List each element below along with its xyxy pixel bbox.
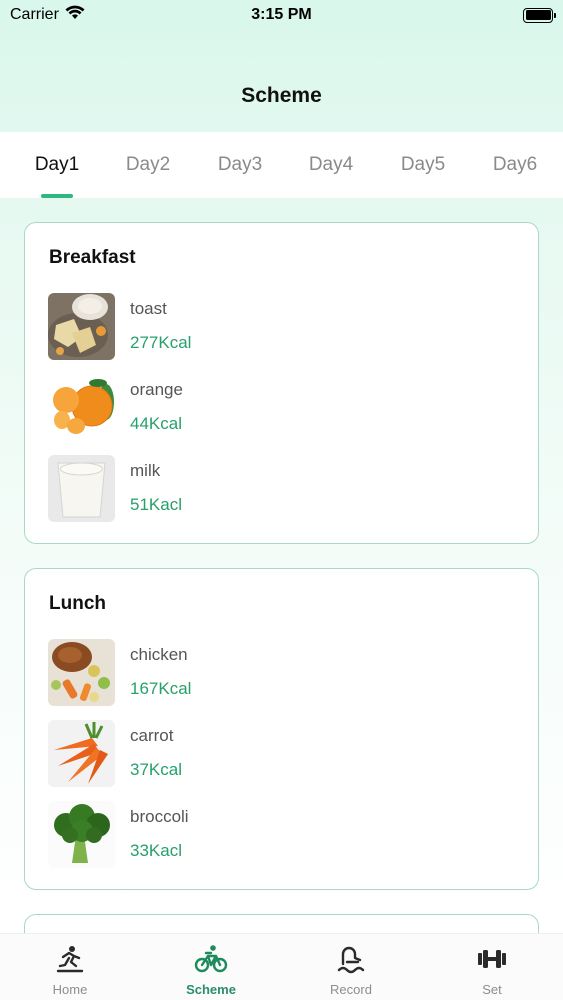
status-left: Carrier — [10, 5, 85, 25]
food-name: carrot — [130, 726, 174, 745]
status-bar: Carrier 3:15 PM — [0, 0, 563, 30]
meal-title: Lunch — [49, 593, 106, 614]
day-tabs: Day1 Day2 Day3 Day4 Day5 Day6 — [0, 132, 563, 198]
bottom-tab-bar: Home Scheme Record Set — [0, 933, 563, 1000]
swimmer-icon — [334, 944, 368, 974]
battery-level — [525, 10, 551, 20]
wifi-icon — [65, 5, 85, 25]
tabbar-home[interactable]: Home — [20, 934, 120, 1000]
runner-icon — [53, 944, 87, 974]
tab-label: Day6 — [492, 154, 538, 175]
food-name: broccoli — [130, 807, 189, 826]
chicken-photo — [48, 639, 115, 706]
food-calories: 277Kcal — [130, 333, 192, 352]
tab-day2[interactable]: Day2 — [108, 132, 188, 198]
tabbar-label: Scheme — [186, 982, 236, 997]
tab-day1[interactable]: Day1 — [17, 132, 97, 198]
food-name: orange — [130, 380, 183, 399]
tab-label: Day3 — [217, 154, 263, 175]
toast-photo — [48, 293, 115, 360]
food-name: milk — [130, 461, 161, 480]
tabbar-record[interactable]: Record — [301, 934, 401, 1000]
tabbar-label: Set — [482, 982, 502, 997]
meal-card-breakfast: Breakfast toast 277Kcal orange 44Kcal mi… — [24, 222, 539, 544]
tabbar-label: Home — [52, 982, 88, 997]
page-title: Scheme — [241, 84, 322, 107]
tab-label: Day5 — [400, 154, 446, 175]
tab-day5[interactable]: Day5 — [383, 132, 463, 198]
meal-card-lunch: Lunch chicken 167Kcal carrot 37Kcal broc… — [24, 568, 539, 890]
food-item-orange[interactable]: orange 44Kcal — [48, 374, 508, 442]
tabbar-set[interactable]: Set — [442, 934, 542, 1000]
food-name: chicken — [130, 645, 188, 664]
dumbbell-icon — [475, 944, 509, 974]
food-item-carrot[interactable]: carrot 37Kcal — [48, 720, 508, 788]
active-tab-indicator — [41, 194, 73, 198]
tab-day4[interactable]: Day4 — [291, 132, 371, 198]
bicycle-icon — [194, 944, 228, 974]
meal-title: Breakfast — [49, 247, 136, 268]
food-calories: 37Kcal — [130, 760, 182, 779]
broccoli-photo — [48, 801, 115, 868]
food-calories: 33Kacl — [130, 841, 182, 860]
tab-label: Day2 — [125, 154, 171, 175]
food-name: toast — [130, 299, 167, 318]
battery-icon — [523, 7, 556, 23]
tabbar-label: Record — [330, 982, 372, 997]
app-screen: Carrier 3:15 PM Scheme Day1 Day2 Day3 Da… — [0, 0, 563, 1000]
food-calories: 167Kcal — [130, 679, 192, 698]
food-item-toast[interactable]: toast 277Kcal — [48, 293, 508, 361]
carrot-photo — [48, 720, 115, 787]
tab-day3[interactable]: Day3 — [200, 132, 280, 198]
orange-photo — [48, 374, 115, 441]
tabbar-scheme[interactable]: Scheme — [161, 934, 261, 1000]
food-item-broccoli[interactable]: broccoli 33Kacl — [48, 801, 508, 869]
food-calories: 44Kcal — [130, 414, 182, 433]
milk-photo — [48, 455, 115, 522]
tab-day6[interactable]: Day6 — [475, 132, 555, 198]
carrier-label: Carrier — [10, 6, 59, 23]
food-item-chicken[interactable]: chicken 167Kcal — [48, 639, 508, 707]
tab-label: Day1 — [34, 154, 80, 175]
food-item-milk[interactable]: milk 51Kacl — [48, 455, 508, 523]
food-calories: 51Kacl — [130, 495, 182, 514]
tab-label: Day4 — [308, 154, 354, 175]
